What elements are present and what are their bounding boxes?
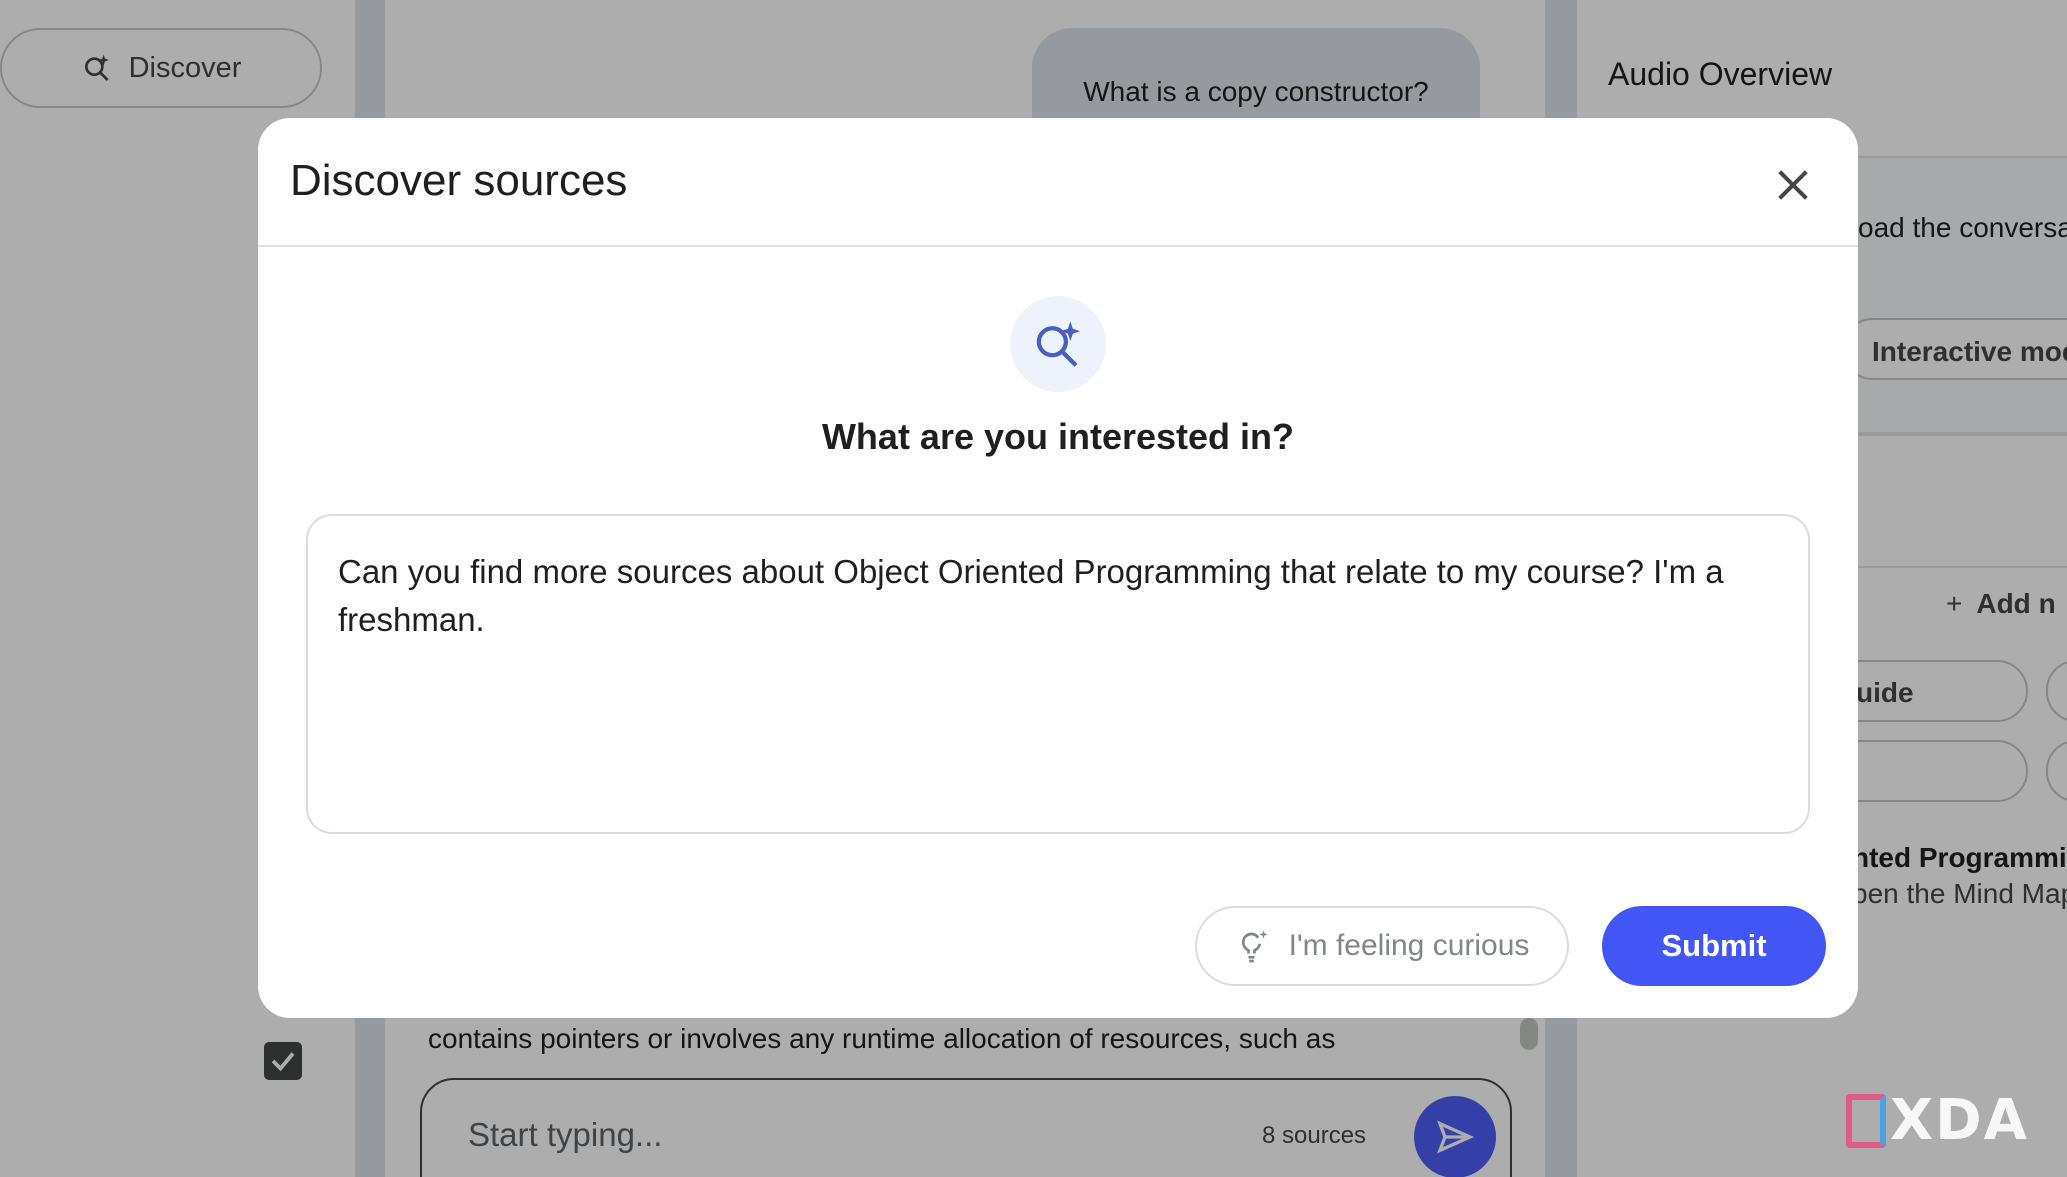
close-icon xyxy=(1778,170,1808,200)
dialog-header: Discover sources xyxy=(258,118,1858,247)
discover-sources-dialog: Discover sources What are you interested… xyxy=(258,118,1858,1018)
xda-logo-mark xyxy=(1846,1093,1886,1148)
dialog-title: Discover sources xyxy=(290,156,628,205)
xda-watermark: XDA xyxy=(1846,1088,2029,1153)
query-field-container: Can you find more sources about Object O… xyxy=(306,514,1810,834)
interest-prompt-heading: What are you interested in? xyxy=(821,416,1295,457)
discover-hero-icon-container xyxy=(1010,296,1106,392)
submit-button[interactable]: Submit xyxy=(1602,906,1826,986)
feeling-curious-button[interactable]: I'm feeling curious xyxy=(1195,906,1569,986)
xda-logo-text: XDA xyxy=(1890,1088,2029,1153)
search-sparkle-icon xyxy=(1036,321,1081,367)
close-button[interactable] xyxy=(1764,156,1822,214)
feeling-curious-label: I'm feeling curious xyxy=(1288,929,1530,962)
lightbulb-sparkle-icon xyxy=(1241,930,1268,963)
query-field[interactable]: Can you find more sources about Object O… xyxy=(338,548,1778,800)
